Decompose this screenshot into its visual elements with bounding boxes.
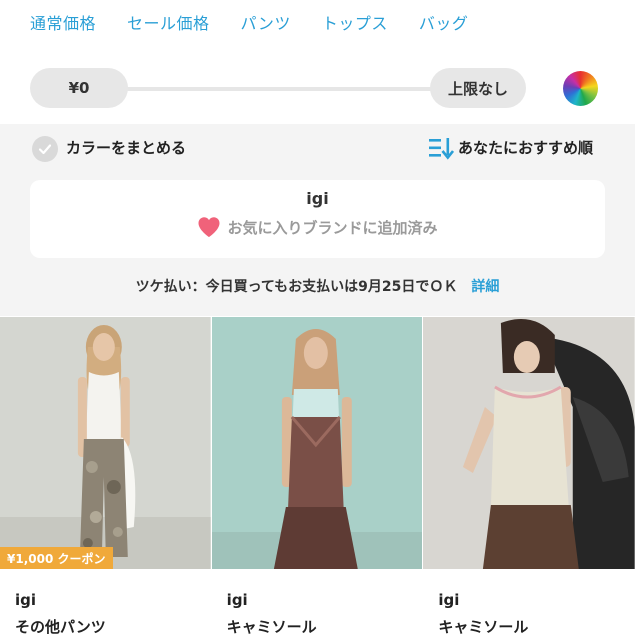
nav-link-pants[interactable]: パンツ	[241, 10, 291, 34]
sort-icon[interactable]	[428, 136, 454, 160]
price-min-handle[interactable]: ¥0	[30, 68, 128, 108]
category-nav: 通常価格 セール価格 パンツ トップス バッグ	[0, 0, 635, 44]
check-icon	[38, 144, 52, 155]
price-range-filter: ¥0 上限なし	[30, 68, 635, 108]
product-card[interactable]: igi キャミソール	[211, 317, 423, 635]
nav-link-tops[interactable]: トップス	[322, 10, 388, 34]
nav-link-regular-price[interactable]: 通常価格	[30, 10, 96, 34]
product-image[interactable]	[423, 317, 635, 569]
color-filter-icon[interactable]	[563, 71, 598, 106]
price-slider-track[interactable]	[120, 87, 465, 91]
product-card[interactable]: ¥1,000 クーポン igi その他パンツ	[0, 317, 211, 635]
product-brand: igi	[438, 591, 460, 609]
product-image[interactable]	[0, 317, 211, 569]
deferred-payment-details-link[interactable]: 詳細	[471, 276, 499, 296]
product-image[interactable]	[211, 317, 423, 569]
coupon-badge: ¥1,000 クーポン	[0, 547, 113, 569]
heart-icon	[198, 217, 220, 237]
brand-card: igi お気に入りブランドに追加済み	[30, 180, 605, 258]
product-card[interactable]: igi キャミソール	[423, 317, 635, 635]
price-max-handle[interactable]: 上限なし	[430, 68, 526, 108]
product-brand: igi	[15, 591, 37, 609]
group-colors-checkbox[interactable]	[32, 136, 58, 162]
product-grid: ¥1,000 クーポン igi その他パンツ igi キャミソール igi キャ…	[0, 317, 635, 635]
product-brand: igi	[226, 591, 248, 609]
deferred-payment-text: ツケ払い：今日買ってもお支払いは9月25日でＯＫ	[135, 279, 458, 295]
deferred-payment-banner: ツケ払い：今日買ってもお支払いは9月25日でＯＫ 詳細	[0, 276, 635, 296]
favorite-status-text: お気に入りブランドに追加済み	[227, 218, 438, 237]
sort-order-label[interactable]: あなたにおすすめ順	[458, 137, 593, 158]
favorite-brand-row[interactable]: お気に入りブランドに追加済み	[30, 216, 605, 238]
nav-link-bags[interactable]: バッグ	[419, 10, 469, 34]
nav-link-sale-price[interactable]: セール価格	[127, 10, 210, 34]
brand-name[interactable]: igi	[30, 189, 605, 208]
group-colors-label[interactable]: カラーをまとめる	[66, 137, 186, 158]
filter-section: カラーをまとめる あなたにおすすめ順 igi お気に入りブランドに追加済み ツケ…	[0, 124, 635, 316]
product-category: その他パンツ	[15, 618, 106, 635]
product-category: キャミソール	[438, 618, 529, 635]
product-category: キャミソール	[226, 618, 317, 635]
